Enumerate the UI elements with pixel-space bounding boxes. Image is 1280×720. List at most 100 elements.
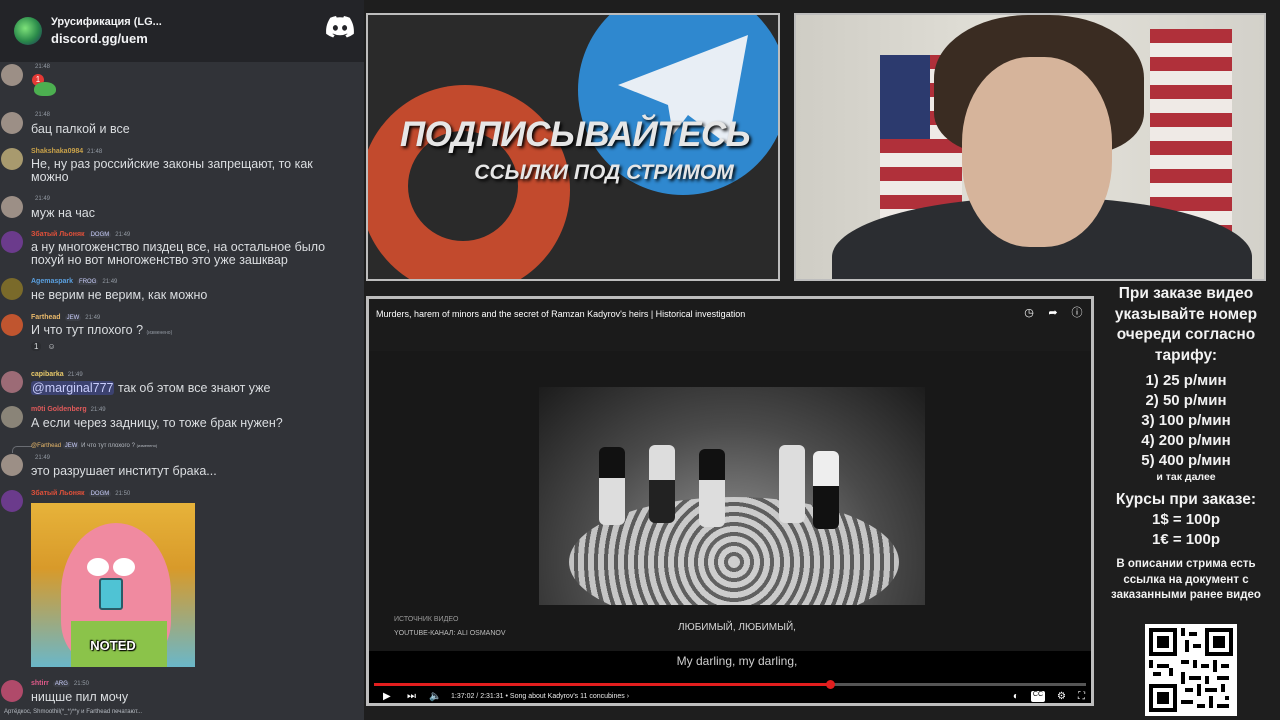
message-list[interactable]: 21:48 1 21:48 бац палкой и все Shakshaka… bbox=[0, 62, 364, 712]
reply-connector bbox=[12, 446, 32, 453]
message-text: А если через задницу, то тоже брак нужен… bbox=[31, 416, 283, 430]
player-controls: ▶ ⏭ 🔈 1:37:02 / 2:31:31 • Song about Kad… bbox=[369, 689, 1091, 703]
dancer bbox=[649, 445, 675, 523]
doc-note: В описании стрима есть ссылка на докумен… bbox=[1111, 558, 1261, 601]
dancer bbox=[813, 451, 839, 529]
courses-title: Курсы при заказе: bbox=[1115, 491, 1257, 508]
tier-item: 5) 400 р/мин bbox=[1141, 452, 1231, 469]
reply-edited-label: (изменено) bbox=[136, 443, 158, 448]
reply-preview[interactable]: @Farthead JEW И что тут плохого ? (измен… bbox=[31, 443, 157, 449]
user-avatar bbox=[1, 406, 23, 428]
user-avatar bbox=[1, 454, 23, 476]
tier-list: 1) 25 р/мин 2) 50 р/мин 3) 100 р/мин 4) … bbox=[1100, 371, 1272, 483]
volume-icon[interactable]: 🔈 bbox=[429, 691, 441, 702]
streamer-face bbox=[962, 57, 1112, 247]
qr-code-icon bbox=[1149, 628, 1233, 712]
pepe-emoji-icon bbox=[34, 82, 56, 96]
dancer bbox=[599, 447, 625, 525]
autoplay-toggle[interactable]: ◐ bbox=[1013, 691, 1019, 702]
message-body: так об этом все знают уже bbox=[114, 381, 271, 395]
subtitle-ru: ЛЮБИМЫЙ, ЛЮБИМЫЙ, bbox=[678, 622, 796, 633]
invite-link[interactable]: discord.gg/uem bbox=[51, 31, 162, 46]
video-player[interactable]: Murders, harem of minors and the secret … bbox=[366, 296, 1094, 706]
timestamp: 21:50 bbox=[115, 490, 131, 497]
tier-item: 1) 25 р/мин bbox=[1145, 372, 1227, 389]
meme-phone bbox=[99, 578, 123, 610]
message-body: И что тут плохого ? bbox=[31, 323, 144, 337]
info-icon[interactable]: ⓘ bbox=[1071, 307, 1083, 319]
typing-indicator: Артёдкос, Shmoothil(*_*)**у и Farthead п… bbox=[4, 709, 143, 715]
meme-image[interactable]: NOTED bbox=[31, 503, 195, 667]
tier-item: 2) 50 р/мин bbox=[1145, 392, 1227, 409]
settings-icon[interactable]: ⚙ bbox=[1057, 691, 1066, 702]
message-text: нищше пил мочу bbox=[31, 690, 129, 704]
user-avatar bbox=[1, 680, 23, 702]
timestamp: 21:49 bbox=[85, 314, 101, 321]
user-avatar bbox=[1, 64, 23, 86]
chapter-title[interactable]: • Song about Kadyrov's 11 concubines bbox=[506, 693, 625, 700]
reply-text: И что тут плохого ? bbox=[81, 443, 135, 449]
course-item: 1$ = 100р bbox=[1152, 511, 1220, 528]
chat-header: Урусификация (LG... discord.gg/uem bbox=[0, 0, 364, 62]
timestamp: 21:49 bbox=[115, 231, 131, 238]
video-frame bbox=[539, 387, 925, 605]
role-badge: DOGM bbox=[88, 231, 112, 238]
role-badge: DOGM bbox=[88, 490, 112, 497]
pricing-info: При заказе видео указывайте номер очеред… bbox=[1100, 284, 1272, 720]
user-avatar bbox=[1, 490, 23, 512]
message-text: а ну многоженство пиздец все, на остальн… bbox=[31, 240, 326, 267]
fullscreen-icon[interactable]: ⛶ bbox=[1078, 691, 1085, 702]
video-title[interactable]: Murders, harem of minors and the secret … bbox=[376, 309, 745, 319]
share-icon[interactable]: ➦ bbox=[1047, 307, 1059, 319]
username: m0ti Goldenberg bbox=[31, 406, 87, 413]
progress-bar[interactable] bbox=[374, 680, 1086, 689]
tiers-more: и так далее bbox=[1156, 471, 1216, 483]
flag-canton bbox=[880, 55, 930, 139]
username: Shakshaka0984 bbox=[31, 148, 84, 155]
message-text: И что тут плохого ? (изменено) bbox=[31, 324, 351, 340]
time-display: 1:37:02 / 2:31:31 • Song about Kadyrov's… bbox=[451, 693, 630, 700]
role-badge: JEW bbox=[64, 314, 82, 321]
username: capibarka bbox=[31, 371, 64, 378]
timestamp: 21:49 bbox=[102, 278, 118, 285]
play-icon[interactable]: ▶ bbox=[383, 691, 391, 702]
meme-caption: NOTED bbox=[90, 638, 136, 653]
server-name: Урусификация (LG... bbox=[51, 16, 162, 28]
role-badge: ARG bbox=[52, 680, 70, 687]
timestamp: 21:48 bbox=[35, 112, 51, 118]
message-text: Не, ну раз российские законы запрещают, … bbox=[31, 157, 313, 184]
pricing-heading: При заказе видео указывайте номер очеред… bbox=[1114, 285, 1258, 364]
username: Збатый Льоняк bbox=[31, 490, 85, 497]
user-mention[interactable]: @marginal777 bbox=[31, 381, 115, 395]
meme-eye bbox=[87, 558, 109, 576]
user-avatar bbox=[1, 314, 23, 336]
username: shtirr bbox=[31, 680, 49, 687]
dancer bbox=[699, 449, 725, 527]
discord-logo-icon bbox=[326, 16, 354, 38]
username: Farthead bbox=[31, 314, 61, 321]
user-avatar bbox=[1, 148, 23, 170]
progress-scrubber[interactable] bbox=[825, 680, 835, 689]
reaction-bar[interactable]: 1 ☺ bbox=[31, 342, 56, 351]
course-item: 1€ = 100р bbox=[1152, 531, 1220, 548]
meme-eye bbox=[113, 558, 135, 576]
next-icon[interactable]: ⏭ bbox=[407, 691, 416, 702]
add-reaction-icon[interactable]: ☺ bbox=[47, 342, 55, 351]
user-avatar bbox=[1, 231, 23, 253]
message-text: муж на час bbox=[31, 206, 96, 220]
message-text: не верим не верим, как можно bbox=[31, 288, 208, 302]
stream-layout: Урусификация (LG... discord.gg/uem 21:48… bbox=[0, 0, 1280, 720]
reaction-count[interactable]: 1 bbox=[31, 342, 42, 351]
role-badge: FROG bbox=[77, 278, 99, 285]
dancer bbox=[779, 445, 805, 523]
subtitle-en: My darling, my darling, bbox=[676, 654, 798, 668]
user-avatar bbox=[1, 371, 23, 393]
user-avatar bbox=[1, 196, 23, 218]
user-avatar bbox=[1, 112, 23, 134]
clock-icon[interactable]: ◷ bbox=[1023, 307, 1035, 319]
captions-icon[interactable]: CC bbox=[1030, 691, 1046, 702]
webcam-feed bbox=[794, 13, 1266, 281]
message-text: @marginal777 так об этом все знают уже bbox=[31, 381, 351, 395]
timestamp: 21:49 bbox=[35, 196, 51, 202]
edited-label: (изменено) bbox=[146, 330, 173, 336]
